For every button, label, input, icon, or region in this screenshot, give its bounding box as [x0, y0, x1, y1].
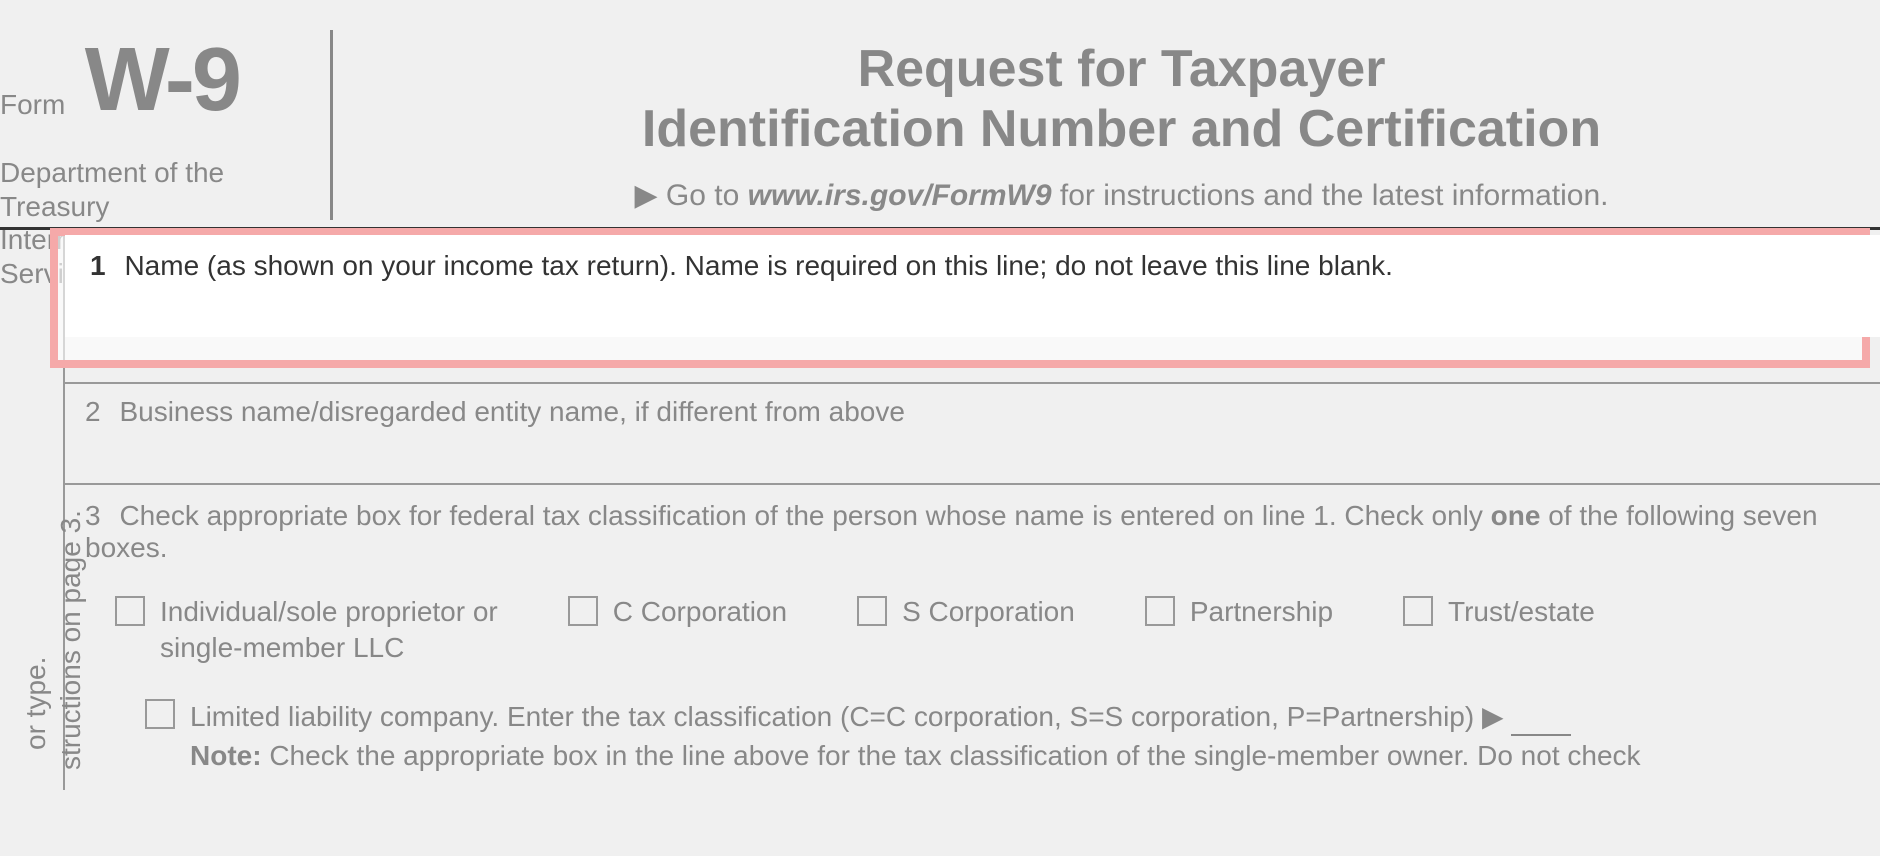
form-header: Form W-9 Department of the Treasury Inte… [0, 20, 1880, 230]
checkbox-c-corp-label: C Corporation [613, 594, 787, 630]
checkbox-llc-row[interactable]: Limited liability company. Enter the tax… [115, 697, 1860, 775]
link-url: www.irs.gov/FormW9 [748, 179, 1052, 212]
form-code: W-9 [85, 40, 239, 121]
note-label: Note: [190, 740, 262, 771]
checkbox-icon[interactable] [857, 596, 887, 626]
dept-line-1: Department of the Treasury [0, 156, 310, 223]
checkbox-s-corp[interactable]: S Corporation [857, 594, 1075, 630]
link-suffix: for instructions and the latest informat… [1052, 179, 1609, 212]
checkbox-s-corp-label: S Corporation [902, 594, 1075, 630]
header-divider [330, 30, 333, 220]
checkbox-icon[interactable] [115, 596, 145, 626]
note-text: Check the appropriate box in the line ab… [262, 740, 1641, 771]
line-3-number: 3 [85, 500, 115, 532]
line-1-section: 1 Name (as shown on your income tax retu… [65, 230, 1880, 384]
checkbox-icon[interactable] [145, 699, 175, 729]
classification-checkboxes: Individual/sole proprietor or single-mem… [85, 594, 1860, 775]
form-label: Form [0, 89, 65, 121]
form-lines: 1 Name (as shown on your income tax retu… [65, 230, 1880, 790]
checkbox-individual-label: Individual/sole proprietor or single-mem… [160, 594, 498, 667]
line-1-content[interactable]: 1 Name (as shown on your income tax retu… [65, 235, 1880, 337]
w9-form-page: Form W-9 Department of the Treasury Inte… [0, 20, 1880, 790]
llc-text-block: Limited liability company. Enter the tax… [190, 697, 1641, 775]
checkbox-partnership-label: Partnership [1190, 594, 1333, 630]
title-line-1: Request for Taxpayer [363, 40, 1880, 100]
llc-main-text: Limited liability company. Enter the tax… [190, 701, 1504, 732]
instructions-link: ▶ Go to www.irs.gov/FormW9 for instructi… [363, 178, 1880, 213]
checkbox-individual[interactable]: Individual/sole proprietor or single-mem… [115, 594, 498, 667]
checkbox-icon[interactable] [1145, 596, 1175, 626]
line-2-text: Business name/disregarded entity name, i… [119, 396, 904, 427]
line-2-number: 2 [85, 396, 115, 428]
margin-text-1: or type. [20, 657, 52, 750]
form-body: or type. structions on page 3. 1 Name (a… [0, 230, 1880, 790]
line-2-section[interactable]: 2 Business name/disregarded entity name,… [65, 384, 1880, 485]
checkbox-partnership[interactable]: Partnership [1145, 594, 1333, 630]
title-area: Request for Taxpayer Identification Numb… [363, 20, 1880, 213]
form-title: Request for Taxpayer Identification Numb… [363, 40, 1880, 160]
line-1-number: 1 [90, 250, 120, 282]
checkbox-icon[interactable] [1403, 596, 1433, 626]
checkbox-row-1: Individual/sole proprietor or single-mem… [115, 594, 1860, 667]
link-prefix: ▶ Go to [634, 179, 747, 212]
line-3-text: Check appropriate box for federal tax cl… [85, 500, 1818, 563]
title-line-2: Identification Number and Certification [363, 100, 1880, 160]
left-margin: or type. structions on page 3. [0, 230, 65, 790]
checkbox-c-corp[interactable]: C Corporation [568, 594, 787, 630]
line-1-text: Name (as shown on your income tax return… [124, 250, 1392, 281]
line-3-section: 3 Check appropriate box for federal tax … [65, 485, 1880, 790]
checkbox-trust-label: Trust/estate [1448, 594, 1595, 630]
checkbox-icon[interactable] [568, 596, 598, 626]
checkbox-trust[interactable]: Trust/estate [1403, 594, 1595, 630]
